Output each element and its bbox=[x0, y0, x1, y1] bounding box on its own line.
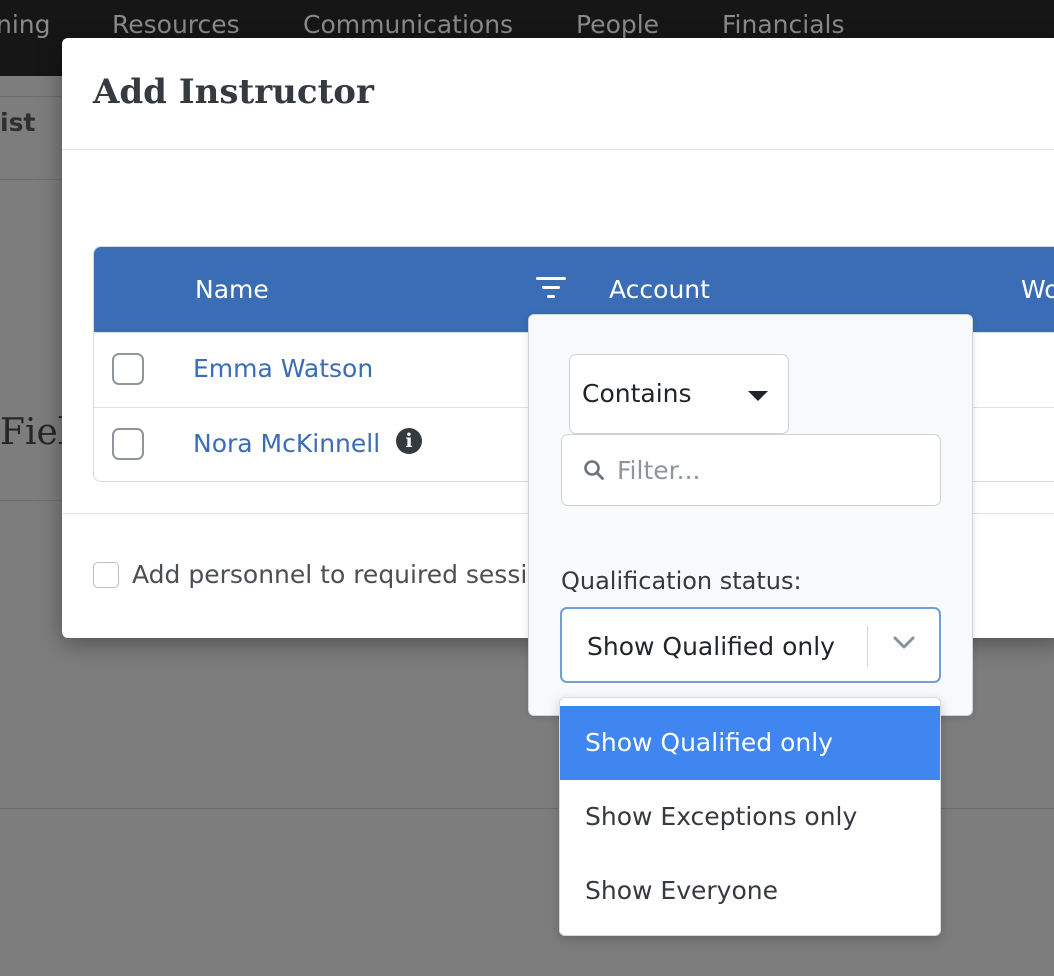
filter-input[interactable] bbox=[561, 434, 941, 506]
search-icon bbox=[584, 460, 604, 480]
column-header-account[interactable]: Account bbox=[609, 275, 710, 304]
filter-operator-value: Contains bbox=[582, 379, 692, 408]
option-show-everyone[interactable]: Show Everyone bbox=[560, 854, 940, 928]
modal-title: Add Instructor bbox=[93, 72, 374, 112]
background-heading: Fiel bbox=[0, 412, 70, 453]
qualification-options-menu: Show Qualified only Show Exceptions only… bbox=[559, 697, 941, 936]
qualification-status-value: Show Qualified only bbox=[587, 632, 835, 661]
add-to-required-sessions-label: Add personnel to required sessio bbox=[132, 560, 543, 589]
instructor-name-link[interactable]: Emma Watson bbox=[193, 354, 373, 383]
column-header-name[interactable]: Name bbox=[195, 275, 269, 304]
name-filter-popover: Contains Qualification status: Show Qual… bbox=[528, 314, 973, 716]
caret-down-icon bbox=[748, 391, 768, 401]
filter-icon[interactable] bbox=[536, 275, 566, 301]
option-show-exceptions-only[interactable]: Show Exceptions only bbox=[560, 780, 940, 854]
nav-item-training[interactable]: ning bbox=[0, 10, 51, 39]
add-to-required-sessions-checkbox[interactable] bbox=[93, 562, 119, 588]
nav-item-communications[interactable]: Communications bbox=[303, 10, 513, 39]
background-subbar-text: ist bbox=[0, 108, 36, 137]
instructor-name-link[interactable]: Nora McKinnell bbox=[193, 429, 380, 458]
nav-item-resources[interactable]: Resources bbox=[112, 10, 240, 39]
modal-header-divider bbox=[62, 149, 1054, 150]
row-checkbox[interactable] bbox=[112, 353, 144, 385]
select-separator bbox=[867, 626, 868, 666]
qualification-status-select[interactable]: Show Qualified only bbox=[560, 607, 941, 683]
info-icon[interactable]: i bbox=[396, 428, 422, 454]
option-show-qualified-only[interactable]: Show Qualified only bbox=[560, 706, 940, 780]
chevron-down-icon[interactable] bbox=[892, 635, 916, 651]
nav-item-people[interactable]: People bbox=[576, 10, 659, 39]
nav-item-financials[interactable]: Financials bbox=[722, 10, 845, 39]
row-checkbox[interactable] bbox=[112, 428, 144, 460]
filter-operator-select[interactable]: Contains bbox=[569, 354, 789, 434]
column-header-work[interactable]: Wo bbox=[1021, 275, 1054, 304]
qualification-status-label: Qualification status: bbox=[561, 567, 802, 595]
